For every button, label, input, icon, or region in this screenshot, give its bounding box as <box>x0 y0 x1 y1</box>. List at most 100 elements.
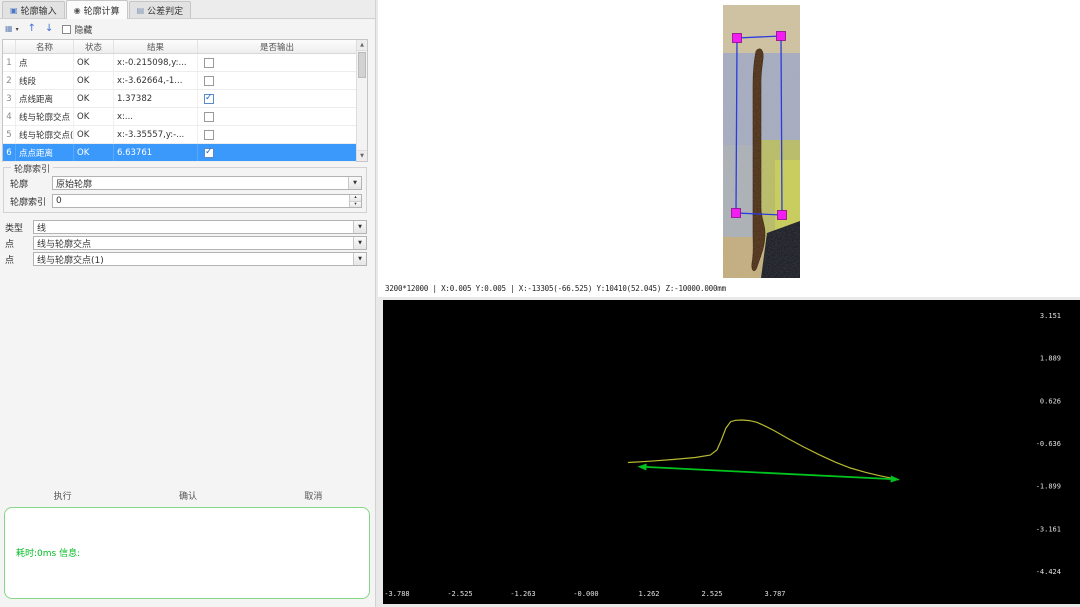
tab-contour-input[interactable]: ▣ 轮廓输入 <box>2 1 65 18</box>
x-tick-label: -0.000 <box>573 590 598 598</box>
y-tick-label: -3.161 <box>1036 525 1061 533</box>
move-down-icon[interactable]: ↓ <box>45 24 53 34</box>
row-status: OK <box>74 126 114 143</box>
row-result: x:-0.215098,y:... <box>114 54 198 71</box>
move-up-icon[interactable]: ↑ <box>28 24 36 34</box>
scroll-up-icon[interactable]: ▲ <box>357 40 367 51</box>
menu-caret-icon[interactable]: ▾ <box>16 26 19 33</box>
row-name: 点线距离 <box>16 90 74 107</box>
chevron-down-icon[interactable]: ▼ <box>348 177 361 189</box>
scan-image-panel[interactable]: 3200*12000 | X:0.005 Y:0.005 | X:-13305(… <box>378 0 1080 297</box>
table-row[interactable]: 3 点线距离 OK 1.37382 <box>3 90 356 108</box>
x-tick-label: 2.525 <box>701 590 722 598</box>
row-number: 1 <box>3 54 16 71</box>
row-number: 5 <box>3 126 16 143</box>
row-name: 线段 <box>16 72 74 89</box>
contour-select[interactable]: 原始轮廓 ▼ <box>52 176 362 190</box>
row-status: OK <box>74 54 114 71</box>
x-tick-label: -2.525 <box>447 590 472 598</box>
chart-background <box>383 300 1080 604</box>
header-name[interactable]: 名称 <box>16 40 74 53</box>
table-row[interactable]: 2 线段 OK x:-3.62664,-1... <box>3 72 356 90</box>
chevron-down-icon[interactable]: ▼ <box>353 221 366 233</box>
row-name: 线与轮廓交点(1) <box>16 126 74 143</box>
type-label: 类型 <box>5 221 33 234</box>
image-status-bar: 3200*12000 | X:0.005 Y:0.005 | X:-13305(… <box>385 284 726 293</box>
x-tick-label: -1.263 <box>510 590 535 598</box>
row-result: 1.37382 <box>114 90 198 107</box>
contour-index-label: 轮廓索引 <box>10 195 52 208</box>
point2-select-value: 线与轮廓交点(1) <box>37 253 104 266</box>
row-status: OK <box>74 144 114 161</box>
confirm-button[interactable]: 确认 <box>125 489 250 502</box>
x-tick-label: 1.262 <box>638 590 659 598</box>
table-row[interactable]: 6 点点距离 OK 6.63761 <box>3 144 356 162</box>
output-checkbox[interactable] <box>204 76 214 86</box>
table-row[interactable]: 1 点 OK x:-0.215098,y:... <box>3 54 356 72</box>
contour-calc-tab-icon: ◉ <box>74 6 81 15</box>
execute-button[interactable]: 执行 <box>0 489 125 502</box>
row-name: 点点距离 <box>16 144 74 161</box>
row-result: 6.63761 <box>114 144 198 161</box>
tab-label: 轮廓计算 <box>84 4 120 17</box>
profile-chart[interactable]: -3.788-2.525-1.263-0.0001.2622.5253.7873… <box>383 300 1080 604</box>
row-name: 点 <box>16 54 74 71</box>
row-output-cell <box>198 72 356 89</box>
spin-down-icon[interactable]: ▾ <box>350 202 361 208</box>
row-name: 线与轮廓交点 <box>16 108 74 125</box>
tab-bar: ▣ 轮廓输入 ◉ 轮廓计算 ▤ 公差判定 <box>0 0 375 19</box>
hide-checkbox[interactable] <box>62 25 71 34</box>
contour-index-input[interactable]: 0 ▴ ▾ <box>52 194 362 208</box>
output-checkbox[interactable] <box>204 112 214 122</box>
hide-checkbox-label: 隐藏 <box>74 23 92 36</box>
header-output[interactable]: 是否输出 <box>198 40 356 53</box>
tolerance-tab-icon: ▤ <box>137 6 145 15</box>
contour-index-value: 0 <box>56 196 62 206</box>
row-output-cell <box>198 54 356 71</box>
y-tick-label: -0.636 <box>1036 440 1061 448</box>
scan-image-viewport[interactable] <box>723 5 800 278</box>
y-tick-label: -4.424 <box>1036 568 1061 576</box>
chevron-down-icon[interactable]: ▼ <box>353 253 366 265</box>
header-status[interactable]: 状态 <box>74 40 114 53</box>
row-output-cell <box>198 108 356 125</box>
profile-chart-panel: -3.788-2.525-1.263-0.0001.2622.5253.7873… <box>383 300 1080 604</box>
row-number: 3 <box>3 90 16 107</box>
table-row[interactable]: 5 线与轮廓交点(1) OK x:-3.35557,y:-... <box>3 126 356 144</box>
action-bar: 执行 确认 取消 <box>0 489 376 502</box>
tab-contour-calc[interactable]: ◉ 轮廓计算 <box>66 0 128 19</box>
message-box: 耗时:0ms 信息: <box>4 507 370 599</box>
output-checkbox[interactable] <box>204 148 214 158</box>
header-index <box>3 40 16 53</box>
point2-select[interactable]: 线与轮廓交点(1) ▼ <box>33 252 367 266</box>
tab-label: 公差判定 <box>147 4 183 17</box>
point1-select[interactable]: 线与轮廓交点 ▼ <box>33 236 367 250</box>
row-status: OK <box>74 72 114 89</box>
type-select-value: 线 <box>37 221 46 234</box>
selection-handle[interactable] <box>732 209 741 218</box>
output-checkbox[interactable] <box>204 58 214 68</box>
scroll-thumb[interactable] <box>358 52 366 78</box>
chevron-down-icon[interactable]: ▼ <box>353 237 366 249</box>
y-tick-label: -1.899 <box>1036 483 1061 491</box>
point2-row: 点 线与轮廓交点(1) ▼ <box>5 252 367 266</box>
output-checkbox[interactable] <box>204 94 214 104</box>
group-title: 轮廓索引 <box>11 162 53 175</box>
contour-label: 轮廓 <box>10 177 52 190</box>
selection-handle[interactable] <box>777 32 786 41</box>
row-status: OK <box>74 90 114 107</box>
list-menu-icon[interactable]: ▦ <box>5 24 13 34</box>
header-result[interactable]: 结果 <box>114 40 198 53</box>
table-row[interactable]: 4 线与轮廓交点 OK x:... <box>3 108 356 126</box>
selection-handle[interactable] <box>733 34 742 43</box>
tab-tolerance[interactable]: ▤ 公差判定 <box>129 1 192 18</box>
cancel-button[interactable]: 取消 <box>251 489 376 502</box>
point1-row: 点 线与轮廓交点 ▼ <box>5 236 367 250</box>
selection-handle[interactable] <box>778 211 787 220</box>
row-output-cell <box>198 126 356 143</box>
scroll-down-icon[interactable]: ▼ <box>357 150 367 161</box>
output-checkbox[interactable] <box>204 130 214 140</box>
type-select[interactable]: 线 ▼ <box>33 220 367 234</box>
contour-index-group: 轮廓索引 轮廓 原始轮廓 ▼ 轮廓索引 0 ▴ ▾ <box>3 167 367 213</box>
table-scrollbar[interactable]: ▲ ▼ <box>356 40 367 161</box>
